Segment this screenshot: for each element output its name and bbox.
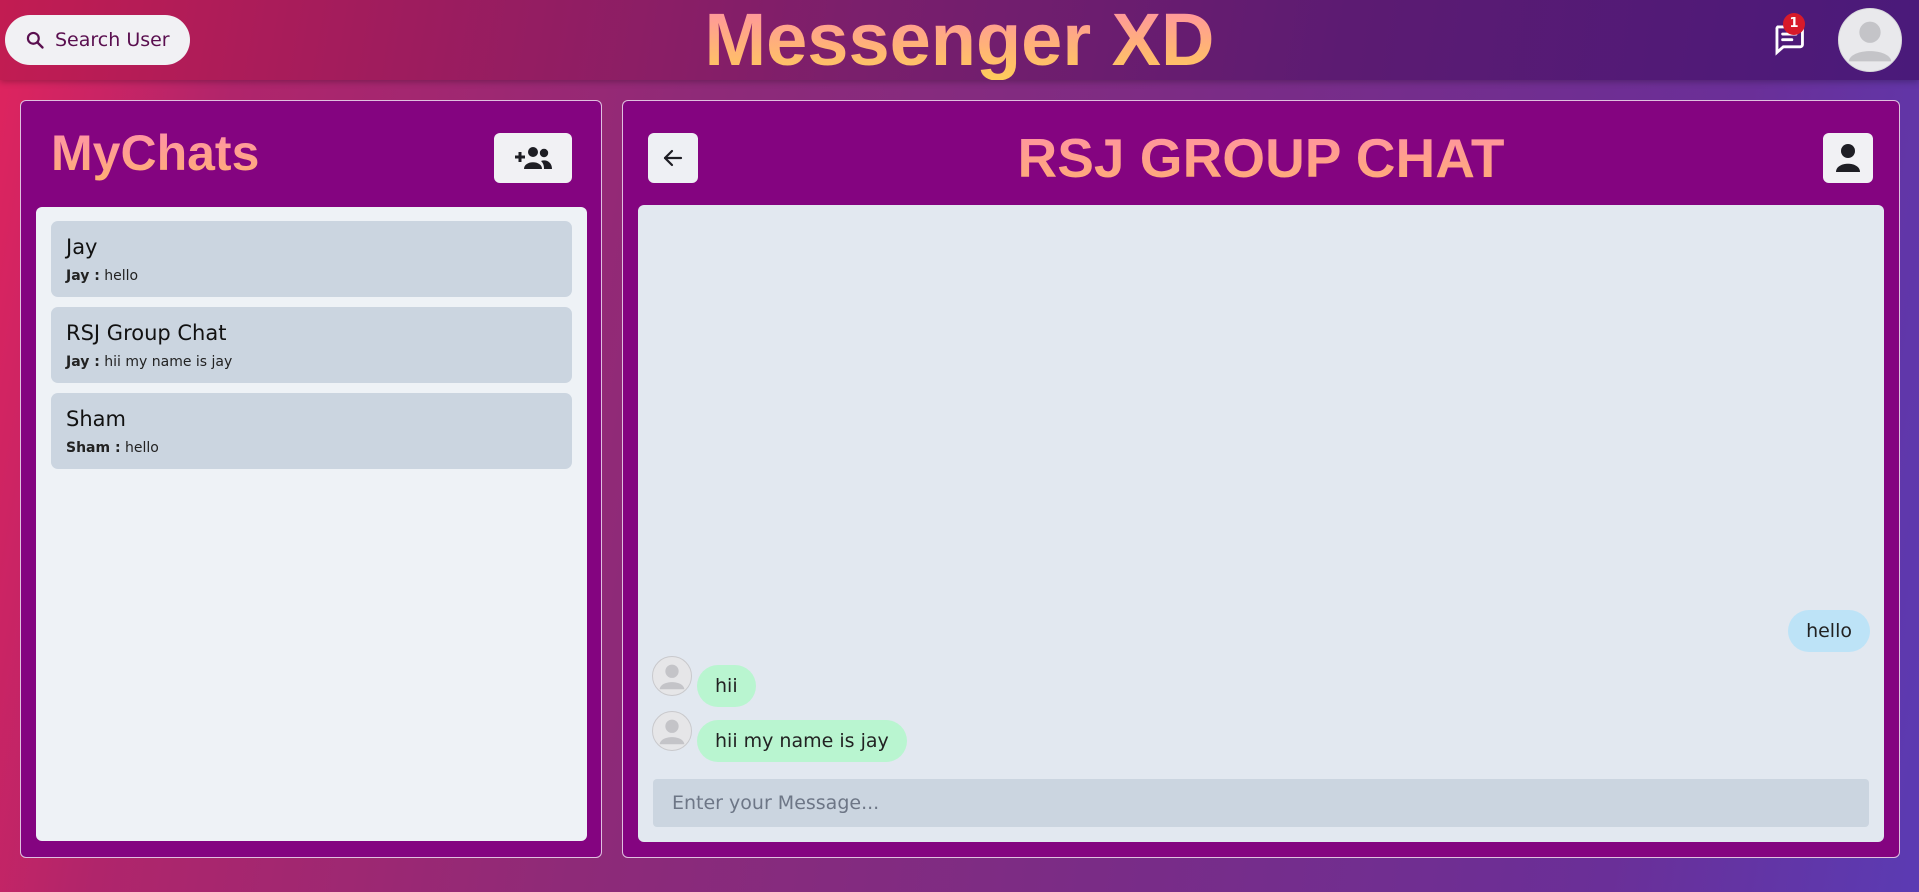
message-bubble-received: hii my name is jay: [697, 720, 907, 762]
messages-area: hello hii hii my name is jay: [638, 205, 1884, 842]
my-chats-title: MyChats: [51, 125, 260, 181]
my-chats-panel: MyChats Jay Jay : hello RSJ Group Chat J…: [20, 100, 602, 858]
chat-name: RSJ Group Chat: [66, 321, 227, 345]
chat-preview: Jay : hello: [66, 267, 557, 285]
message-bubble-sent: hello: [1788, 610, 1870, 652]
search-user-button[interactable]: Search User: [5, 15, 190, 65]
chat-preview-message: hello: [125, 440, 159, 456]
add-group-icon: [515, 147, 552, 169]
user-icon: [1836, 144, 1860, 172]
chat-name: Sham: [66, 407, 126, 431]
chat-preview-sender: Sham :: [66, 440, 121, 456]
chat-preview-message: hii my name is jay: [104, 354, 233, 370]
sender-avatar[interactable]: [652, 656, 692, 696]
user-avatar-icon: [1848, 21, 1892, 62]
app-title: Messenger XD: [0, 0, 1919, 80]
message-bubble-received: hii: [697, 665, 756, 707]
sender-avatar[interactable]: [652, 711, 692, 751]
user-avatar-icon: [659, 719, 685, 745]
chat-item-jay[interactable]: Jay Jay : hello: [51, 221, 572, 297]
chat-list: Jay Jay : hello RSJ Group Chat Jay : hii…: [36, 207, 587, 841]
chat-panel: RSJ GROUP CHAT hello hii hii my name is …: [622, 100, 1900, 858]
chat-preview: Sham : hello: [66, 439, 557, 457]
chat-title: RSJ GROUP CHAT: [623, 123, 1899, 193]
chat-preview-message: hello: [104, 268, 139, 284]
search-user-label: Search User: [55, 29, 170, 51]
message-input[interactable]: [653, 779, 1869, 827]
chat-item-rsj-group-chat[interactable]: RSJ Group Chat Jay : hii my name is jay: [51, 307, 572, 383]
chat-preview-sender: Jay :: [66, 268, 100, 284]
user-avatar-icon: [659, 664, 685, 690]
chat-preview-sender: Jay :: [66, 354, 100, 370]
chat-preview: Jay : hii my name is jay: [66, 353, 557, 371]
search-icon: [26, 31, 44, 49]
top-bar: Search User Messenger XD 1: [0, 0, 1919, 80]
user-avatar-button[interactable]: [1838, 8, 1902, 72]
chat-item-sham[interactable]: Sham Sham : hello: [51, 393, 572, 469]
view-profile-button[interactable]: [1823, 133, 1873, 183]
chat-name: Jay: [66, 235, 98, 259]
notification-badge: 1: [1783, 13, 1805, 35]
new-group-chat-button[interactable]: [494, 133, 572, 183]
